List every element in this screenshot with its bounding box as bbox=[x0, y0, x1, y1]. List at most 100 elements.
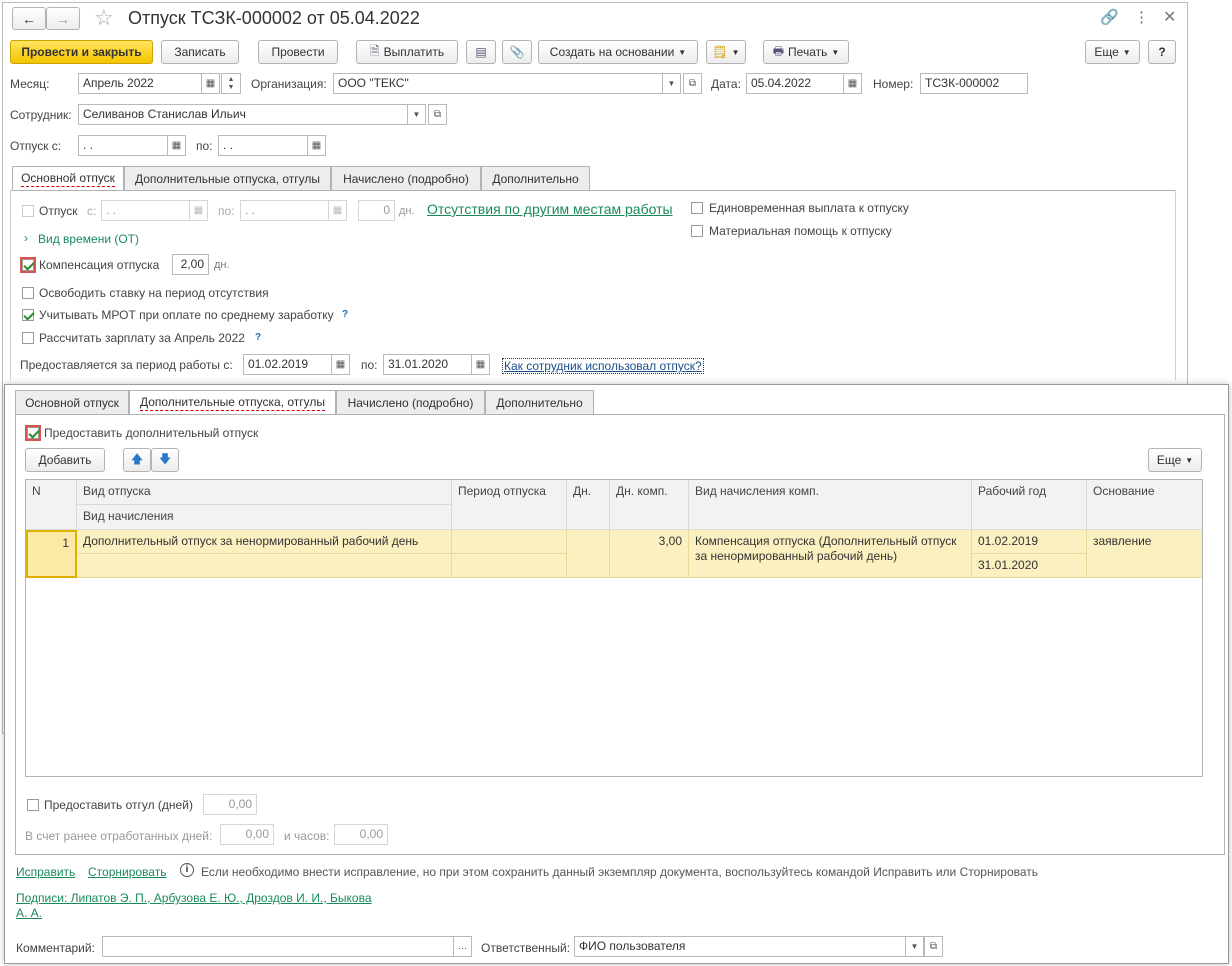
leave-po-input[interactable]: . . bbox=[240, 200, 329, 221]
organization-input[interactable]: ООО "ТЕКС" bbox=[333, 73, 663, 94]
cell-work-year-to[interactable]: 31.01.2020 bbox=[972, 554, 1087, 578]
help-button[interactable]: ? bbox=[1148, 40, 1176, 64]
col-accrual-kind[interactable]: Вид начисления bbox=[77, 505, 452, 530]
cell-period-from[interactable] bbox=[452, 530, 567, 554]
calendar-icon[interactable]: ▦ bbox=[167, 135, 186, 156]
related-docs-button[interactable]: 🗒 ▼ bbox=[706, 40, 746, 64]
chevron-down-icon[interactable]: ▼ bbox=[407, 104, 426, 125]
post-and-close-button[interactable]: Провести и закрыть bbox=[10, 40, 153, 64]
close-icon[interactable]: ✕ bbox=[1163, 7, 1176, 27]
move-down-button[interactable]: 🡇 bbox=[151, 448, 179, 472]
days-input[interactable]: 0 bbox=[358, 200, 395, 221]
provide-extra-checkbox[interactable] bbox=[25, 425, 41, 441]
tab-main-leave[interactable]: Основной отпуск bbox=[15, 390, 129, 414]
cell-work-year-from[interactable]: 01.02.2019 bbox=[972, 530, 1087, 554]
post-button[interactable]: Провести bbox=[258, 40, 338, 64]
calendar-icon[interactable]: ▦ bbox=[201, 73, 220, 94]
date-input[interactable]: 05.04.2022 bbox=[746, 73, 844, 94]
col-comp-kind[interactable]: Вид начисления комп. bbox=[689, 480, 972, 530]
cell-n[interactable]: 1 bbox=[26, 530, 77, 578]
forward-button[interactable]: → bbox=[46, 7, 80, 30]
compensation-checkbox[interactable] bbox=[20, 257, 36, 273]
compensation-days-input[interactable]: 2,00 bbox=[172, 254, 209, 275]
col-basis[interactable]: Основание bbox=[1087, 480, 1202, 530]
one-time-payment-checkbox[interactable] bbox=[691, 202, 703, 214]
col-comp-days[interactable]: Дн. комп. bbox=[610, 480, 689, 530]
tab-extra-leave[interactable]: Дополнительные отпуска, отгулы bbox=[124, 166, 331, 190]
worked-days-input[interactable]: 0,00 bbox=[220, 824, 274, 845]
col-leave-kind[interactable]: Вид отпуска bbox=[77, 480, 452, 505]
link-icon[interactable]: 🔗 bbox=[1100, 8, 1119, 26]
col-days[interactable]: Дн. bbox=[567, 480, 610, 530]
leave-to-input[interactable]: . . bbox=[218, 135, 308, 156]
used-leave-link[interactable]: Как сотрудник использовал отпуск? bbox=[502, 358, 704, 374]
print-button[interactable]: 🖶 Печать ▼ bbox=[763, 40, 849, 64]
cell-comp-days[interactable]: 3,00 bbox=[610, 530, 689, 578]
cell-leave-kind[interactable]: Дополнительный отпуск за ненормированный… bbox=[77, 530, 452, 554]
chevron-down-icon[interactable]: ▼ bbox=[905, 936, 924, 957]
period-from-input[interactable]: 01.02.2019 bbox=[243, 354, 332, 375]
dayoff-input[interactable]: 0,00 bbox=[203, 794, 257, 815]
responsible-input[interactable]: ФИО пользователя bbox=[574, 936, 906, 957]
absences-link[interactable]: Отсутствия по другим местам работы bbox=[427, 201, 673, 217]
col-period[interactable]: Период отпуска bbox=[452, 480, 567, 530]
worked-hours-input[interactable]: 0,00 bbox=[334, 824, 388, 845]
mrot-checkbox[interactable] bbox=[22, 309, 34, 321]
tab-accrued[interactable]: Начислено (подробно) bbox=[331, 166, 481, 190]
cell-accrual-kind[interactable] bbox=[77, 554, 452, 578]
tab-extra-leave[interactable]: Дополнительные отпуска, отгулы bbox=[129, 390, 336, 415]
tab-accrued[interactable]: Начислено (подробно) bbox=[336, 390, 485, 414]
cell-basis[interactable]: заявление bbox=[1087, 530, 1202, 578]
cell-comp-kind[interactable]: Компенсация отпуска (Дополнительный отпу… bbox=[689, 530, 972, 578]
calendar-icon[interactable]: ▦ bbox=[189, 200, 208, 221]
more-button[interactable]: Еще ▼ bbox=[1085, 40, 1140, 64]
calendar-icon[interactable]: ▦ bbox=[328, 200, 347, 221]
more-vertical-icon[interactable]: ⋮ bbox=[1134, 8, 1149, 26]
ellipsis-icon[interactable]: … bbox=[453, 936, 472, 957]
open-icon[interactable]: ⧉ bbox=[924, 936, 943, 957]
favorite-star-icon[interactable]: ☆ bbox=[94, 5, 114, 31]
tab-additional[interactable]: Дополнительно bbox=[485, 390, 594, 414]
employee-input[interactable]: Селиванов Станислав Ильич bbox=[78, 104, 408, 125]
signatures-link-cont[interactable]: А. А. bbox=[16, 906, 42, 920]
add-button[interactable]: Добавить bbox=[25, 448, 105, 472]
open-icon[interactable]: ⧉ bbox=[428, 104, 447, 125]
move-up-button[interactable]: 🡅 bbox=[123, 448, 151, 472]
calendar-icon[interactable]: ▦ bbox=[843, 73, 862, 94]
help-icon[interactable]: ? bbox=[255, 332, 261, 343]
storno-link[interactable]: Сторнировать bbox=[88, 865, 166, 879]
time-kind-toggle[interactable]: Вид времени (ОТ) bbox=[38, 232, 139, 246]
material-aid-checkbox[interactable] bbox=[691, 225, 703, 237]
cell-days[interactable] bbox=[567, 530, 610, 578]
col-n[interactable]: N bbox=[26, 480, 77, 530]
table-more-button[interactable]: Еще ▼ bbox=[1148, 448, 1202, 472]
open-icon[interactable]: ⧉ bbox=[683, 73, 702, 94]
period-to-input[interactable]: 31.01.2020 bbox=[383, 354, 472, 375]
comment-input[interactable] bbox=[102, 936, 454, 957]
col-work-year[interactable]: Рабочий год bbox=[972, 480, 1087, 530]
tab-main-leave[interactable]: Основной отпуск bbox=[12, 166, 124, 191]
help-icon[interactable]: ? bbox=[342, 309, 348, 320]
calendar-icon[interactable]: ▦ bbox=[307, 135, 326, 156]
cell-period-to[interactable] bbox=[452, 554, 567, 578]
create-based-button[interactable]: Создать на основании ▼ bbox=[538, 40, 698, 64]
fix-link[interactable]: Исправить bbox=[16, 865, 75, 879]
leave-s-input[interactable]: . . bbox=[101, 200, 190, 221]
free-rate-checkbox[interactable] bbox=[22, 287, 34, 299]
pay-button[interactable]: 🗎 Выплатить bbox=[356, 40, 458, 64]
signatures-link[interactable]: Подписи: Липатов Э. П., Арбузова Е. Ю., … bbox=[16, 891, 372, 905]
save-button[interactable]: Записать bbox=[161, 40, 239, 64]
leave-checkbox[interactable] bbox=[22, 205, 34, 217]
attach-button[interactable]: 📎 bbox=[502, 40, 532, 64]
chevron-down-icon[interactable]: ▼ bbox=[662, 73, 681, 94]
month-input[interactable]: Апрель 2022 bbox=[78, 73, 202, 94]
calendar-icon[interactable]: ▦ bbox=[331, 354, 350, 375]
calc-salary-checkbox[interactable] bbox=[22, 332, 34, 344]
leave-from-input[interactable]: . . bbox=[78, 135, 168, 156]
chevron-right-icon[interactable]: › bbox=[24, 231, 28, 245]
number-input[interactable]: ТСЗК-000002 bbox=[920, 73, 1028, 94]
calendar-icon[interactable]: ▦ bbox=[471, 354, 490, 375]
tab-additional[interactable]: Дополнительно bbox=[481, 166, 590, 190]
report-button[interactable]: ▤ bbox=[466, 40, 496, 64]
month-spinner[interactable]: ▲ ▼ bbox=[221, 73, 241, 94]
